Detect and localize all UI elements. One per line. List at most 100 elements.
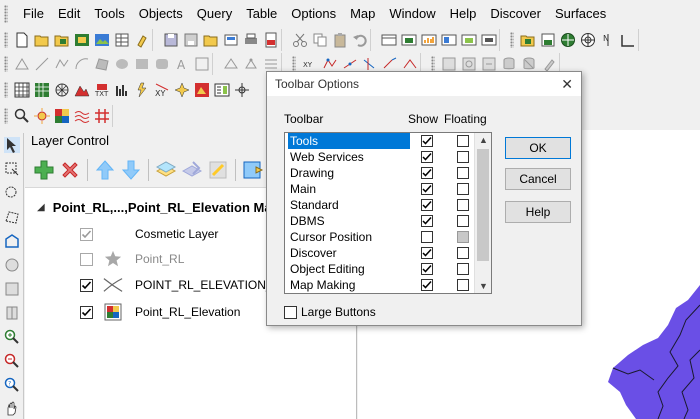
marquee-select-icon[interactable] bbox=[4, 161, 20, 177]
cut-icon[interactable] bbox=[292, 32, 308, 48]
toolbar-grip[interactable] bbox=[431, 56, 435, 72]
star-burst-icon[interactable] bbox=[174, 82, 190, 98]
undo-icon[interactable] bbox=[352, 32, 368, 48]
label-properties-icon[interactable] bbox=[207, 159, 229, 181]
floating-checkbox[interactable] bbox=[457, 167, 469, 179]
collapse-triangle-icon[interactable]: ◢ bbox=[37, 202, 45, 213]
layer-row[interactable]: Cosmetic Layer bbox=[80, 224, 218, 244]
new-graph-icon[interactable] bbox=[421, 32, 437, 48]
contour-tool-icon[interactable] bbox=[74, 108, 90, 124]
reshape-icon[interactable] bbox=[223, 56, 239, 72]
export-pdf-icon[interactable] bbox=[263, 32, 279, 48]
save-workspace-icon[interactable] bbox=[183, 32, 199, 48]
column-select-icon[interactable] bbox=[4, 305, 20, 321]
map-style-icon[interactable] bbox=[194, 82, 210, 98]
measure-icon[interactable] bbox=[620, 32, 636, 48]
copy-icon[interactable] bbox=[312, 32, 328, 48]
toolbar-grip[interactable] bbox=[4, 108, 8, 124]
menu-window[interactable]: Window bbox=[382, 0, 442, 27]
change-view-icon[interactable]: ? bbox=[4, 377, 20, 393]
menu-objects[interactable]: Objects bbox=[132, 0, 190, 27]
frame-tool-icon[interactable] bbox=[194, 56, 210, 72]
new-redistrict-icon[interactable] bbox=[461, 32, 477, 48]
histogram-icon[interactable] bbox=[114, 82, 130, 98]
pan-crosshair-icon[interactable] bbox=[234, 82, 250, 98]
layer-visibility-checkbox[interactable] bbox=[80, 305, 93, 319]
show-checkbox[interactable] bbox=[421, 199, 433, 211]
xy-convert-icon[interactable]: XY bbox=[154, 82, 170, 98]
floating-checkbox[interactable] bbox=[457, 151, 469, 163]
print-icon[interactable] bbox=[243, 32, 259, 48]
open-workspace-icon[interactable] bbox=[54, 32, 70, 48]
line-style-icon[interactable] bbox=[263, 56, 279, 72]
scroll-down-icon[interactable]: ▼ bbox=[475, 279, 491, 293]
polygon-select-icon[interactable] bbox=[4, 209, 20, 225]
open-folder-2-icon[interactable] bbox=[203, 32, 219, 48]
select-arrow-icon[interactable] bbox=[4, 137, 20, 153]
toolbar-list-row[interactable]: Standard bbox=[285, 197, 491, 213]
layer-display-icon[interactable] bbox=[181, 159, 203, 181]
layer-visibility-checkbox[interactable] bbox=[80, 252, 93, 266]
show-checkbox[interactable] bbox=[421, 151, 433, 163]
scroll-up-icon[interactable]: ▲ bbox=[475, 133, 491, 147]
ok-button[interactable]: OK bbox=[505, 137, 571, 159]
data-grid-icon[interactable] bbox=[34, 82, 50, 98]
raster-color-icon[interactable] bbox=[54, 108, 70, 124]
toolbar-grip[interactable] bbox=[510, 32, 514, 48]
cancel-button[interactable]: Cancel bbox=[505, 168, 571, 190]
toolbar-list-row[interactable]: Main bbox=[285, 181, 491, 197]
toolbar-grip[interactable] bbox=[292, 56, 296, 72]
grid-table-icon[interactable] bbox=[14, 82, 30, 98]
toolbar-list-row[interactable]: Web Services bbox=[285, 149, 491, 165]
toolbar-grip[interactable] bbox=[4, 82, 8, 98]
layer-properties-icon[interactable] bbox=[155, 159, 177, 181]
radius-select-icon[interactable] bbox=[4, 185, 20, 201]
open-raster-icon[interactable] bbox=[94, 32, 110, 48]
help-button[interactable]: Help bbox=[505, 201, 571, 223]
symbol-tool-icon[interactable] bbox=[14, 56, 30, 72]
close-icon[interactable]: ✕ bbox=[561, 72, 573, 96]
show-checkbox[interactable] bbox=[421, 263, 433, 275]
db-connect-icon[interactable] bbox=[501, 56, 517, 72]
legend-icon[interactable] bbox=[214, 82, 230, 98]
layer-options-icon[interactable] bbox=[242, 159, 264, 181]
floating-checkbox[interactable] bbox=[457, 215, 469, 227]
show-checkbox[interactable] bbox=[421, 247, 433, 259]
toolbar-list-row[interactable]: DBMS bbox=[285, 213, 491, 229]
grid-hash-icon[interactable] bbox=[94, 108, 110, 124]
graph-select-icon[interactable] bbox=[4, 281, 20, 297]
open-dbms-icon[interactable] bbox=[134, 32, 150, 48]
map-node[interactable]: ◢ Point_RL,...,Point_RL_Elevation Map bbox=[37, 200, 280, 215]
rectangle-tool-icon[interactable] bbox=[134, 56, 150, 72]
split-line-icon[interactable] bbox=[342, 56, 358, 72]
menu-surfaces[interactable]: Surfaces bbox=[548, 0, 613, 27]
unselect-icon[interactable] bbox=[4, 257, 20, 273]
menu-map[interactable]: Map bbox=[343, 0, 382, 27]
floating-checkbox[interactable] bbox=[457, 263, 469, 275]
show-checkbox[interactable] bbox=[421, 167, 433, 179]
save-icon[interactable] bbox=[163, 32, 179, 48]
new-mapper-icon[interactable] bbox=[401, 32, 417, 48]
menu-tools[interactable]: Tools bbox=[87, 0, 131, 27]
extend-line-icon[interactable] bbox=[382, 56, 398, 72]
large-buttons-option[interactable]: Large Buttons bbox=[284, 305, 376, 319]
network-icon[interactable] bbox=[54, 82, 70, 98]
floating-checkbox[interactable] bbox=[457, 135, 469, 147]
toolbar-list-row[interactable]: Drawing bbox=[285, 165, 491, 181]
toolbar-listbox[interactable]: Tools Web Services Drawing Main Standard DBMS… bbox=[284, 132, 492, 294]
menu-options[interactable]: Options bbox=[284, 0, 343, 27]
toolbar-list-row[interactable]: Discover bbox=[285, 245, 491, 261]
toolbar-list-row[interactable]: Object Editing bbox=[285, 261, 491, 277]
menu-help[interactable]: Help bbox=[443, 0, 484, 27]
rounded-rectangle-tool-icon[interactable] bbox=[154, 56, 170, 72]
line-tool-icon[interactable] bbox=[34, 56, 50, 72]
zoom-in-icon[interactable] bbox=[4, 329, 20, 345]
workspace-folder-icon[interactable] bbox=[520, 32, 536, 48]
text-tool-icon[interactable]: A bbox=[174, 56, 190, 72]
layer-row[interactable]: POINT_RL_ELEVATION_co bbox=[80, 275, 285, 295]
north-arrow-globe-icon[interactable] bbox=[580, 32, 596, 48]
layer-row[interactable]: Point_RL_Elevation bbox=[80, 302, 240, 322]
xy-lightning-icon[interactable] bbox=[134, 82, 150, 98]
polyline-tool-icon[interactable] bbox=[54, 56, 70, 72]
new-document-icon[interactable] bbox=[14, 32, 30, 48]
